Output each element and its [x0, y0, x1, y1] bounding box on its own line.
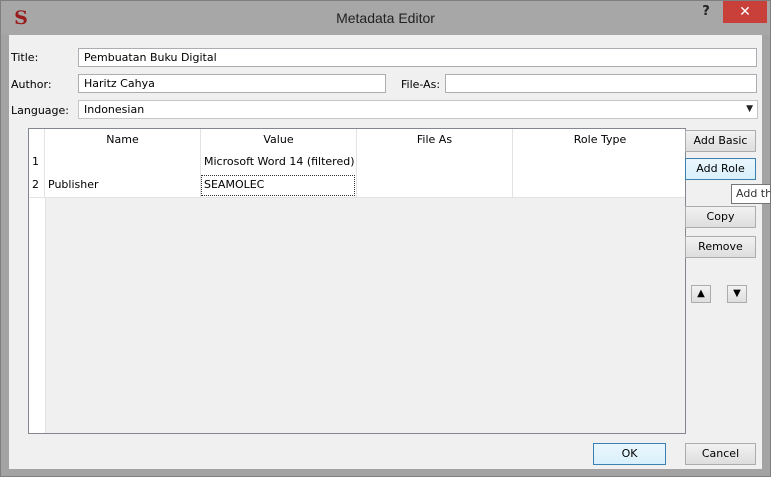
table-header: Name Value File As Role Type: [29, 129, 685, 152]
row-number: 2: [29, 174, 45, 197]
add-role-button[interactable]: Add Role: [685, 158, 756, 180]
chevron-down-icon: ▼: [746, 104, 753, 114]
metadata-table[interactable]: Name Value File As Role Type 1 Microsoft…: [28, 128, 686, 434]
title-label: Title:: [11, 51, 39, 64]
language-value: Indonesian: [84, 103, 145, 116]
cancel-button[interactable]: Cancel: [685, 443, 756, 465]
title-bar[interactable]: S Metadata Editor ? ✕: [1, 1, 770, 35]
column-header-value[interactable]: Value: [201, 129, 357, 151]
author-label: Author:: [11, 78, 52, 91]
language-select[interactable]: Indonesian ▼: [78, 100, 758, 119]
window-title: Metadata Editor: [336, 10, 435, 26]
row-header-strip: [29, 198, 46, 433]
language-label: Language:: [11, 104, 69, 117]
cell-role-type[interactable]: [513, 174, 685, 197]
copy-button[interactable]: Copy: [685, 206, 756, 228]
table-row[interactable]: 2 Publisher SEAMOLEC: [29, 174, 685, 198]
column-header-file-as[interactable]: File As: [357, 129, 513, 151]
cell-file-as[interactable]: [357, 174, 513, 197]
column-header-role-type[interactable]: Role Type: [513, 129, 685, 151]
cell-name[interactable]: Publisher: [45, 174, 201, 197]
remove-button[interactable]: Remove: [685, 236, 756, 258]
cell-file-as[interactable]: [357, 151, 513, 174]
triangle-up-icon: ▲: [697, 288, 705, 299]
file-as-label: File-As:: [401, 78, 441, 91]
active-cell-focus: [201, 175, 355, 196]
corner-header: [29, 129, 45, 151]
close-button[interactable]: ✕: [723, 1, 767, 23]
move-down-button[interactable]: ▼: [727, 285, 747, 303]
ok-button[interactable]: OK: [593, 443, 666, 465]
add-role-tooltip: Add th: [731, 184, 771, 204]
cell-role-type[interactable]: [513, 151, 685, 174]
row-number: 1: [29, 151, 45, 174]
title-field[interactable]: Pembuatan Buku Digital: [78, 48, 757, 67]
cell-name[interactable]: [45, 151, 201, 174]
file-as-field[interactable]: [445, 74, 757, 93]
metadata-editor-window: S Metadata Editor ? ✕ Title: Pembuatan B…: [0, 0, 771, 477]
table-row[interactable]: 1 Microsoft Word 14 (filtered): [29, 151, 685, 175]
column-header-name[interactable]: Name: [45, 129, 201, 151]
add-basic-button[interactable]: Add Basic: [685, 130, 756, 152]
help-button[interactable]: ?: [691, 1, 721, 25]
cell-value[interactable]: Microsoft Word 14 (filtered): [201, 151, 357, 174]
move-up-button[interactable]: ▲: [691, 285, 711, 303]
dialog-body: Title: Pembuatan Buku Digital Author: Ha…: [9, 35, 762, 469]
triangle-down-icon: ▼: [733, 288, 741, 299]
author-field[interactable]: Haritz Cahya: [78, 74, 386, 93]
